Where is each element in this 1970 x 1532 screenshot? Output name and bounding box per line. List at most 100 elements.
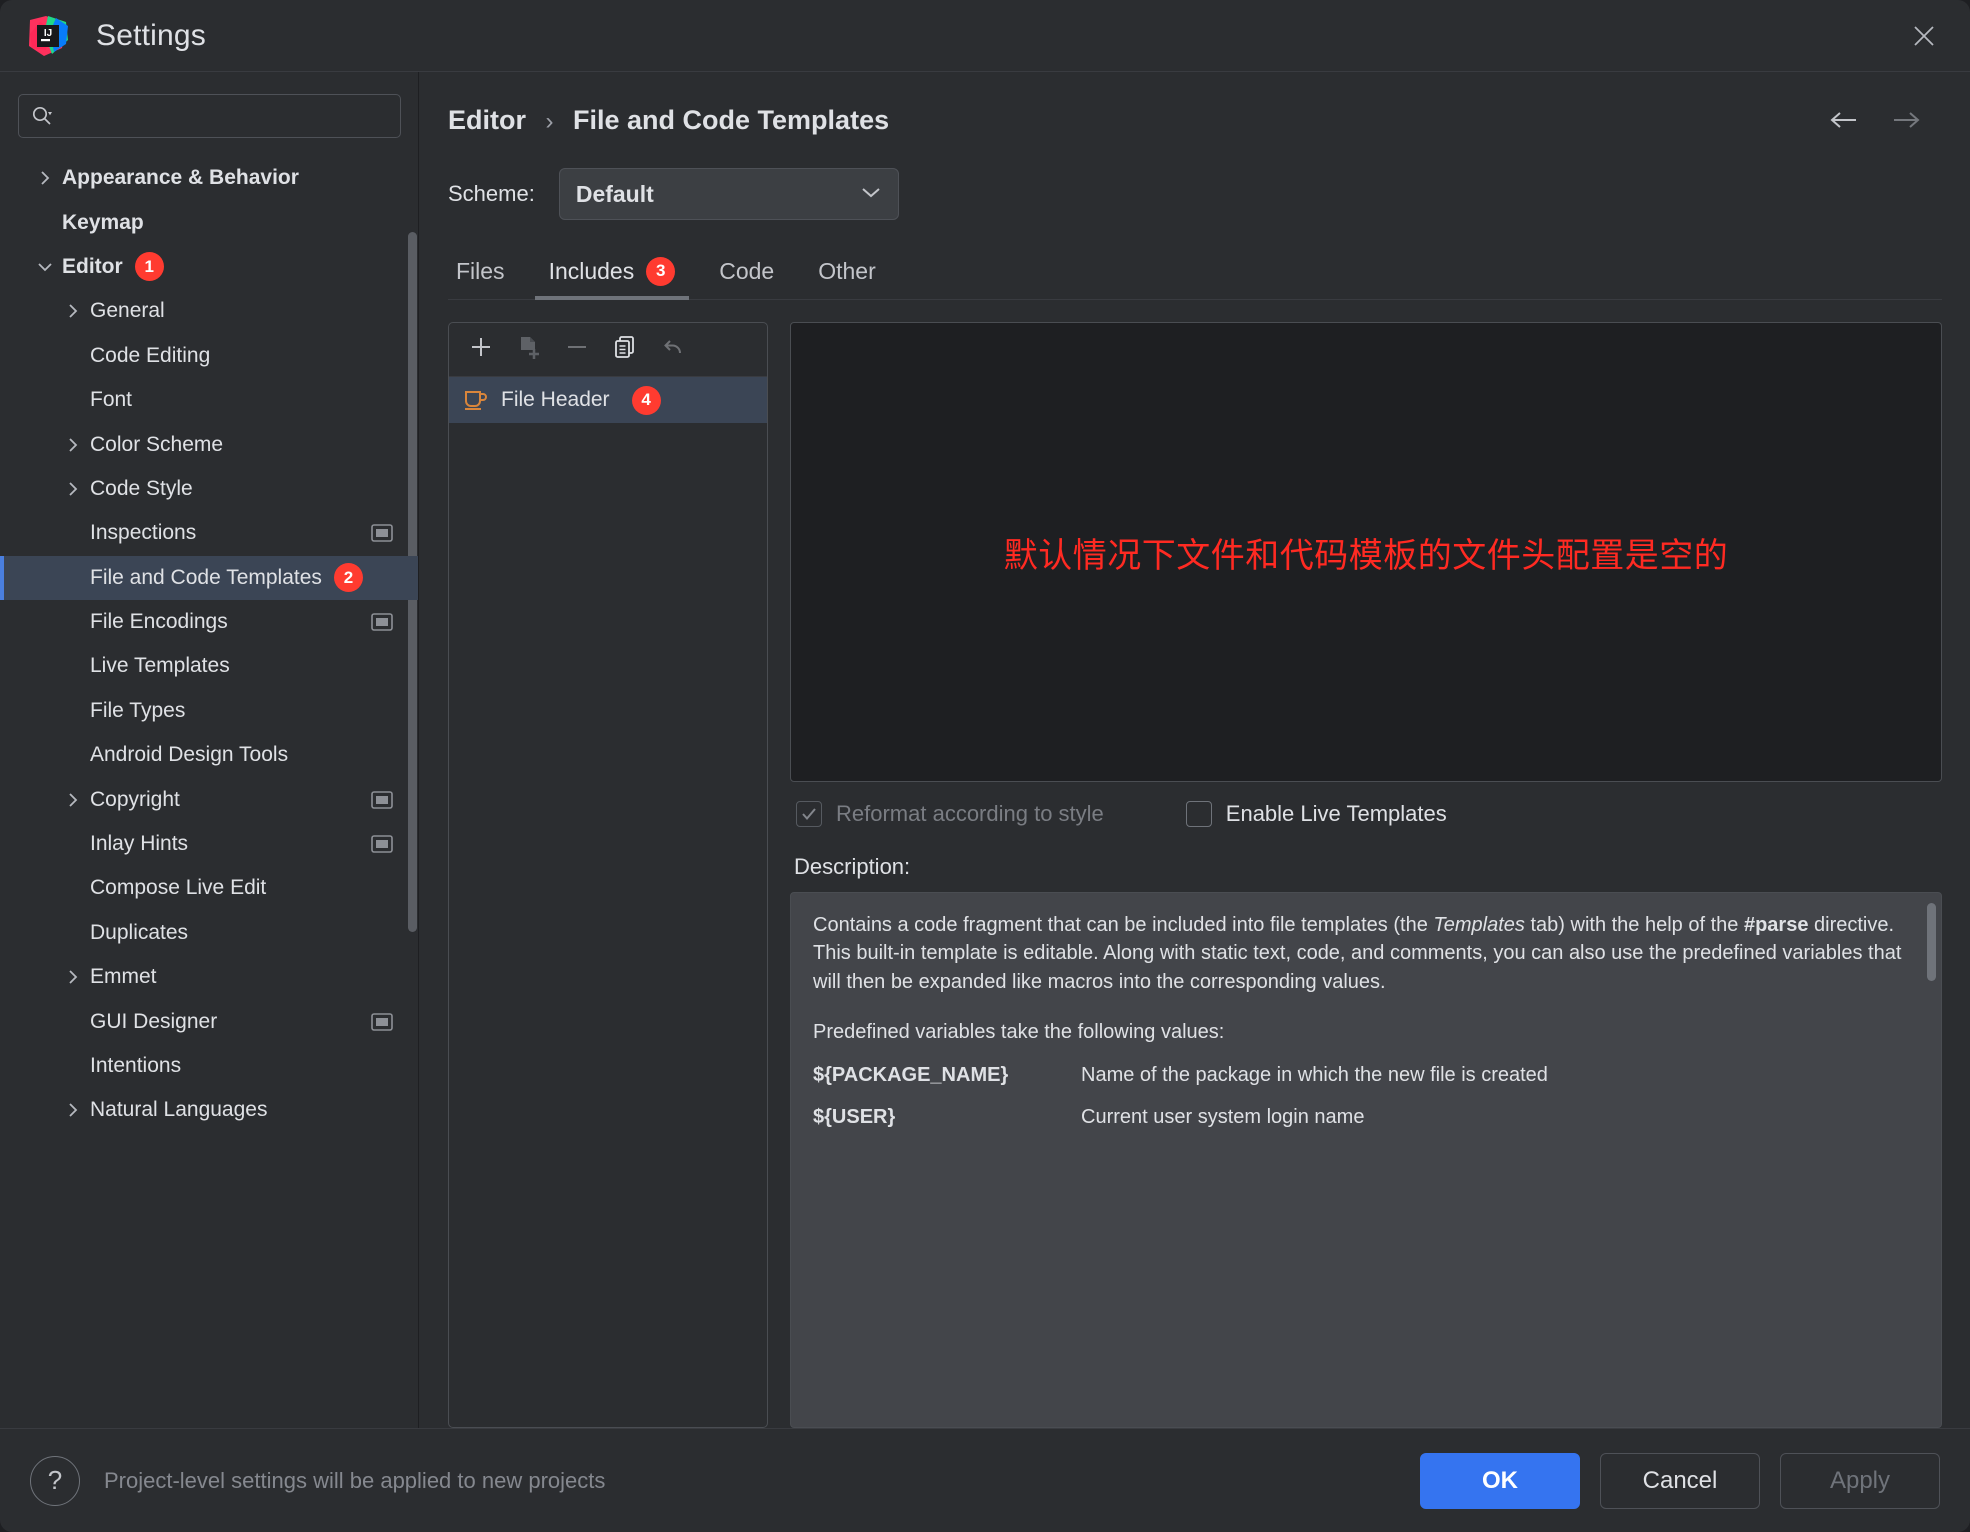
sidebar-item-inspections[interactable]: Inspections: [0, 511, 419, 555]
sidebar-item-label: Font: [90, 388, 133, 412]
footer-note: Project-level settings will be applied t…: [104, 1467, 606, 1493]
sidebar-item-file-and-code-templates[interactable]: File and Code Templates 2: [0, 555, 419, 601]
sidebar-item-file-encodings[interactable]: File Encodings: [0, 600, 419, 644]
sidebar-item-label: Intentions: [90, 1054, 182, 1077]
desc-p1-bold: #parse: [1743, 914, 1809, 936]
chevron-right-icon[interactable]: [56, 303, 90, 319]
title-bar: IJ Settings: [0, 0, 1970, 72]
sidebar-item-label: File and Code Templates: [90, 565, 322, 589]
add-button[interactable]: [459, 330, 503, 370]
chevron-right-icon[interactable]: [28, 170, 62, 186]
sidebar-item-duplicates[interactable]: Duplicates: [0, 911, 419, 955]
checkbox-label: Enable Live Templates: [1225, 801, 1447, 826]
checkbox-enable-live-templates[interactable]: Enable Live Templates: [1185, 801, 1447, 827]
close-icon[interactable]: [1900, 12, 1948, 60]
variable-description: Name of the package in which the new fil…: [1081, 1063, 1548, 1086]
sidebar-item-natural-languages[interactable]: Natural Languages: [0, 1088, 419, 1132]
copy-button[interactable]: [603, 330, 647, 370]
sidebar-item-label: Keymap: [62, 210, 144, 234]
search-input[interactable]: [61, 105, 388, 127]
template-list[interactable]: File Header 4: [449, 377, 767, 1427]
description-paragraph-2: This built-in template is editable. Alon…: [813, 942, 1902, 993]
tab-code[interactable]: Code: [697, 243, 796, 299]
cancel-button[interactable]: Cancel: [1600, 1452, 1760, 1509]
dialog-body: Appearance & Behavior Keymap Editor 1 Genera…: [0, 72, 1970, 1428]
sidebar-item-gui-designer[interactable]: GUI Designer: [0, 999, 419, 1043]
sidebar-item-live-templates[interactable]: Live Templates: [0, 644, 419, 688]
tab-label: Files: [456, 257, 505, 284]
tab-label: Code: [719, 257, 775, 284]
breadcrumb-parent[interactable]: Editor: [448, 105, 526, 135]
search-box[interactable]: [18, 94, 401, 138]
tab-includes[interactable]: Includes 3: [527, 243, 698, 300]
sidebar-item-label: Live Templates: [90, 654, 230, 678]
project-scope-icon: [371, 613, 393, 631]
sidebar-item-android-design-tools[interactable]: Android Design Tools: [0, 733, 419, 777]
checkbox-empty-icon: [1185, 801, 1212, 827]
arrow-left-icon[interactable]: [1822, 98, 1866, 142]
search-icon: [31, 105, 53, 127]
chevron-right-icon[interactable]: [56, 969, 90, 985]
sidebar-item-general[interactable]: General: [0, 289, 419, 333]
sidebar-item-label: Duplicates: [90, 920, 189, 944]
scheme-label: Scheme:: [448, 181, 535, 206]
chevron-right-icon[interactable]: [56, 1102, 90, 1118]
scheme-dropdown[interactable]: Default: [558, 168, 899, 220]
sidebar-item-copyright[interactable]: Copyright: [0, 777, 419, 821]
sidebar-item-intentions[interactable]: Intentions: [0, 1044, 419, 1088]
sidebar-item-font[interactable]: Font: [0, 378, 419, 422]
sidebar-item-code-editing[interactable]: Code Editing: [0, 334, 419, 378]
chevron-right-icon[interactable]: [56, 792, 90, 808]
sidebar-item-label: Emmet: [90, 965, 157, 989]
sidebar-item-color-scheme[interactable]: Color Scheme: [0, 422, 419, 466]
chevron-right-icon[interactable]: [56, 437, 90, 453]
tab-other[interactable]: Other: [796, 243, 898, 299]
template-list-panel: File Header 4: [448, 322, 768, 1428]
variable-name: ${USER}: [813, 1105, 896, 1128]
description-scrollbar[interactable]: [1927, 903, 1936, 981]
sidebar-item-label: File Encodings: [90, 610, 228, 634]
sidebar-item-appearance-behavior[interactable]: Appearance & Behavior: [0, 156, 419, 200]
minus-icon: [563, 333, 591, 366]
tab-files[interactable]: Files: [448, 243, 527, 299]
content-row: File Header 4 默认情况下文件和代码模板的文件头配置是空的 Refor…: [420, 300, 1970, 1428]
checkbox-label: Reformat according to style: [836, 801, 1104, 826]
sidebar-item-emmet[interactable]: Emmet: [0, 955, 419, 999]
sidebar-item-badge: 1: [134, 252, 164, 282]
sidebar-item-label: Color Scheme: [90, 432, 224, 456]
sidebar-item-editor[interactable]: Editor 1: [0, 245, 419, 289]
desc-p1-a: Contains a code fragment that can be inc…: [813, 914, 1434, 936]
description-label: Description:: [794, 854, 911, 879]
sidebar-item-label: Code Editing: [90, 343, 211, 367]
breadcrumb: Editor › File and Code Templates: [448, 105, 889, 136]
sidebar-item-compose-live-edit[interactable]: Compose Live Edit: [0, 866, 419, 910]
window-title: Settings: [96, 18, 206, 52]
sidebar-item-inlay-hints[interactable]: Inlay Hints: [0, 822, 419, 866]
sidebar-item-keymap[interactable]: Keymap: [0, 200, 419, 244]
tab-badge: 3: [646, 256, 676, 286]
sidebar-item-file-types[interactable]: File Types: [0, 689, 419, 733]
list-item[interactable]: File Header 4: [449, 377, 767, 423]
chevron-down-icon[interactable]: [28, 259, 62, 275]
variable-row: ${PACKAGE_NAME} Name of the package in wh…: [813, 1061, 1919, 1089]
arrow-right-icon[interactable]: [1884, 98, 1928, 142]
template-list-toolbar[interactable]: [449, 323, 767, 377]
settings-tree[interactable]: Appearance & Behavior Keymap Editor 1 Genera…: [0, 152, 419, 1428]
sidebar-item-label: Code Style: [90, 476, 193, 500]
sidebar-item-label: GUI Designer: [90, 1009, 218, 1033]
sidebar-item-code-style[interactable]: Code Style: [0, 467, 419, 511]
annotation-text: 默认情况下文件和代码模板的文件头配置是空的: [1003, 535, 1729, 576]
template-code-editor[interactable]: 默认情况下文件和代码模板的文件头配置是空的: [790, 322, 1942, 782]
variable-row: ${USER} Current user system login name: [813, 1103, 1919, 1131]
description-box: Contains a code fragment that can be inc…: [790, 892, 1942, 1428]
variable-description: Current user system login name: [1081, 1105, 1365, 1128]
ok-button[interactable]: OK: [1420, 1452, 1580, 1509]
template-category-tabs[interactable]: Files Includes 3 Code Other: [448, 244, 1942, 300]
search-container: [0, 72, 419, 152]
breadcrumb-row: Editor › File and Code Templates: [420, 72, 1970, 142]
breadcrumb-current: File and Code Templates: [573, 104, 890, 135]
scheme-row: Scheme: Default: [420, 142, 1970, 220]
chevron-right-icon[interactable]: [56, 481, 90, 497]
chevron-down-icon: [860, 185, 882, 204]
question-mark-icon[interactable]: ?: [30, 1455, 80, 1506]
